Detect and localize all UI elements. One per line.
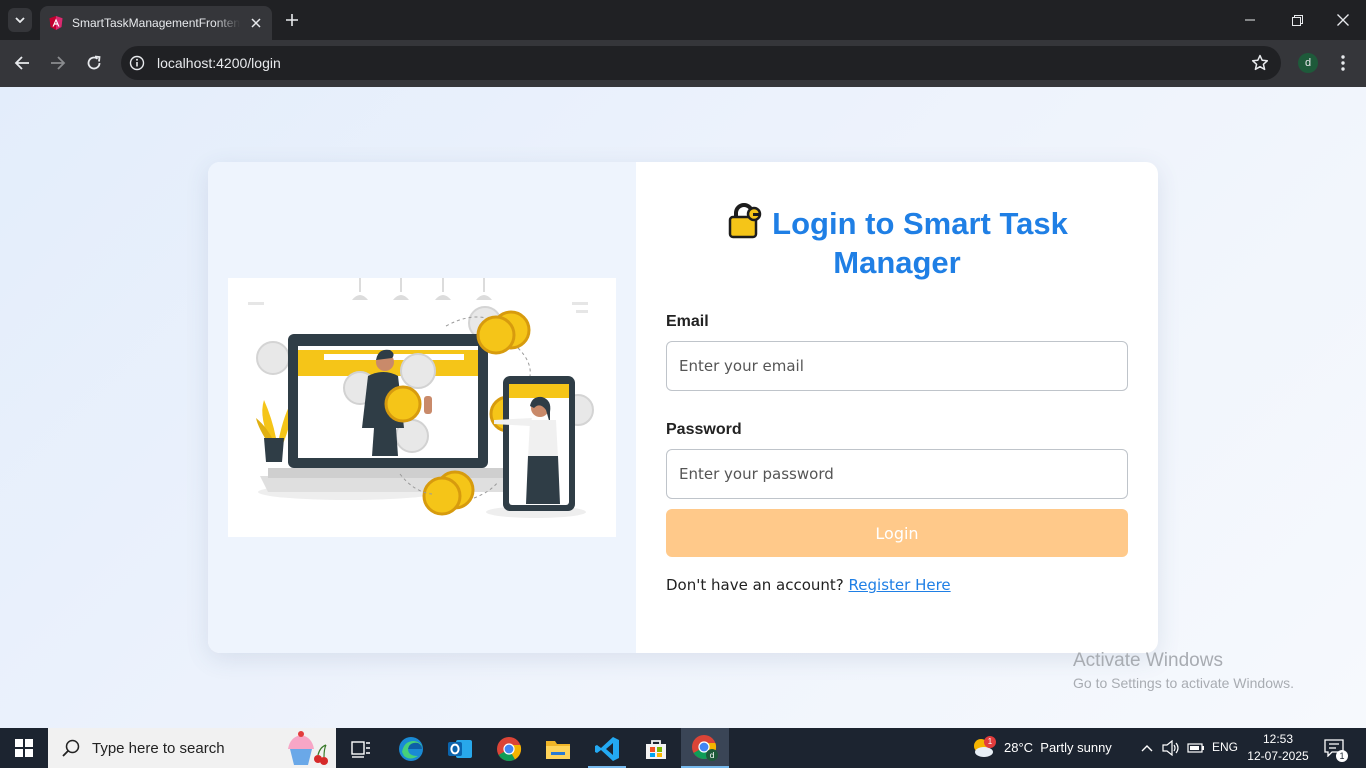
close-icon [251, 18, 261, 28]
taskbar-clock[interactable]: 12:53 12-07-2025 [1247, 731, 1309, 765]
tab-list-icon [15, 17, 25, 23]
browser-toolbar: localhost:4200/login d [0, 40, 1366, 87]
store-icon [646, 740, 666, 759]
tab-list-button[interactable] [8, 8, 32, 32]
illustration-panel [208, 162, 636, 653]
taskbar-vscode[interactable] [592, 734, 622, 764]
register-prompt-text: Don't have an account? [666, 576, 849, 594]
taskbar-chrome[interactable] [494, 734, 524, 764]
page-viewport: Login to Smart Task Manager Email Passwo… [0, 87, 1366, 728]
crypto-illustration [228, 278, 616, 537]
password-label: Password [666, 421, 742, 438]
browser-tab[interactable]: SmartTaskManagementFrontend [40, 6, 272, 40]
star-icon[interactable] [1251, 54, 1269, 72]
login-form-panel: Login to Smart Task Manager Email Passwo… [636, 162, 1158, 653]
page-title-text: Login to Smart Task Manager [772, 206, 1068, 280]
new-tab-button[interactable] [282, 10, 302, 30]
profile-avatar[interactable]: d [1298, 53, 1318, 73]
activate-windows-watermark: Activate Windows Go to Settings to activ… [1073, 650, 1294, 691]
email-label: Email [666, 313, 709, 330]
reload-button[interactable] [82, 51, 106, 75]
browser-menu-button[interactable] [1335, 53, 1351, 73]
watermark-title: Activate Windows [1073, 650, 1223, 671]
address-bar[interactable]: localhost:4200/login [121, 46, 1281, 80]
taskbar-edge[interactable] [396, 734, 426, 764]
plus-icon [286, 14, 298, 26]
weather-text[interactable]: 28°C Partly sunny [1004, 740, 1112, 755]
watermark-subtitle: Go to Settings to activate Windows. [1073, 675, 1294, 691]
angular-favicon [49, 16, 63, 30]
restore-icon [1291, 14, 1303, 26]
start-button[interactable] [0, 728, 48, 768]
weather-badge: 1 [984, 736, 996, 748]
taskbar-search-box[interactable]: Type here to search [48, 728, 336, 768]
lock-icon [728, 203, 762, 239]
tab-title: SmartTaskManagementFrontend [72, 16, 240, 30]
task-view-icon [351, 741, 370, 758]
back-button[interactable] [10, 51, 34, 75]
forward-icon [51, 56, 66, 70]
minimize-button[interactable] [1238, 8, 1262, 32]
edge-icon [399, 737, 423, 761]
forward-button[interactable] [46, 51, 70, 75]
close-window-button[interactable] [1331, 8, 1355, 32]
register-link[interactable]: Register Here [849, 576, 951, 594]
close-icon [1337, 14, 1349, 26]
svg-text:d: d [709, 751, 714, 760]
vscode-icon [595, 737, 619, 761]
register-prompt: Don't have an account? Register Here [666, 576, 951, 594]
cupcake-doodle-icon [288, 731, 328, 765]
minimize-icon [1245, 19, 1255, 21]
restore-button[interactable] [1285, 8, 1309, 32]
url-text[interactable]: localhost:4200/login [157, 55, 281, 71]
page-title: Login to Smart Task Manager [706, 202, 1088, 282]
menu-dots-icon [1341, 55, 1345, 71]
taskbar-chrome-profile-active[interactable]: d [681, 728, 729, 768]
battery-icon[interactable] [1187, 741, 1205, 755]
taskbar-file-explorer[interactable] [543, 734, 573, 764]
browser-tab-bar: SmartTaskManagementFrontend [0, 0, 1366, 40]
windows-taskbar: Type here to search d 1 28°C Partly sunn… [0, 728, 1366, 768]
email-field[interactable] [666, 341, 1128, 391]
task-view-button[interactable] [346, 734, 376, 764]
reload-icon [87, 55, 101, 70]
password-field[interactable] [666, 449, 1128, 499]
chrome-icon [497, 737, 522, 762]
login-card: Login to Smart Task Manager Email Passwo… [208, 162, 1158, 653]
login-button[interactable]: Login [666, 509, 1128, 557]
search-icon [62, 739, 80, 757]
windows-start-icon [15, 739, 33, 757]
search-placeholder: Type here to search [92, 739, 225, 757]
site-info-button[interactable] [125, 51, 149, 75]
language-indicator[interactable]: ENG [1212, 740, 1238, 754]
taskbar-outlook[interactable] [445, 734, 475, 764]
tab-close-button[interactable] [248, 15, 264, 31]
back-icon [14, 56, 29, 70]
site-info-icon [129, 55, 145, 71]
chrome-profile-icon: d [692, 735, 718, 761]
clock-time: 12:53 [1262, 732, 1294, 746]
clock-date: 12-07-2025 [1247, 749, 1309, 763]
chevron-up-icon[interactable] [1141, 744, 1153, 752]
taskbar-store[interactable] [641, 734, 671, 764]
speaker-icon[interactable] [1162, 740, 1180, 756]
file-explorer-icon [546, 741, 570, 759]
notification-count: 1 [1336, 750, 1348, 762]
outlook-icon [448, 740, 472, 758]
